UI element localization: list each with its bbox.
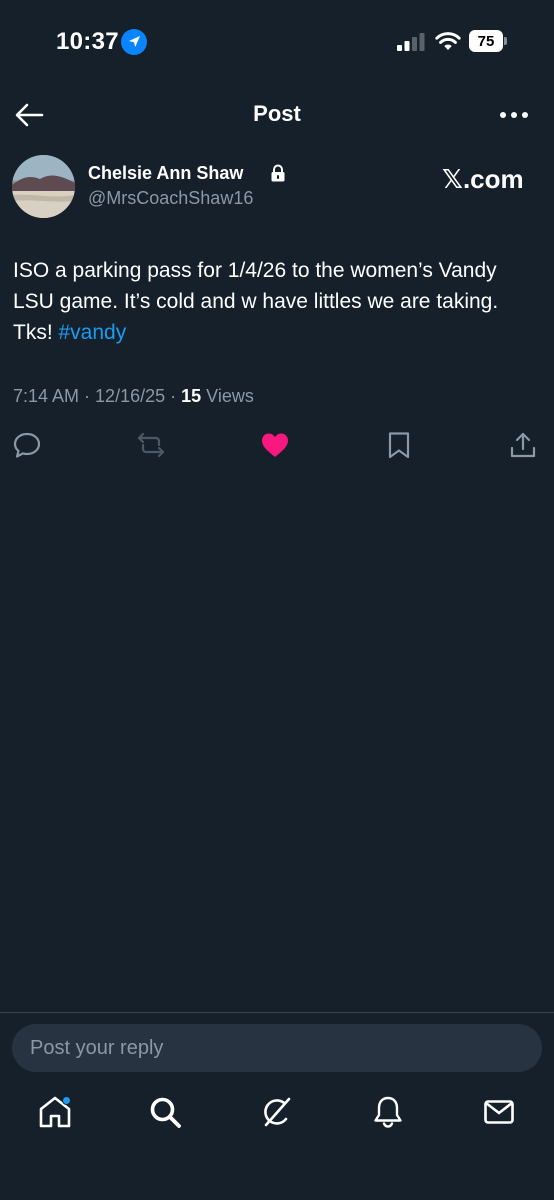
source-badge: 𝕏.com	[442, 164, 524, 194]
views-label: Views	[201, 386, 254, 406]
search-icon[interactable]	[147, 1094, 183, 1130]
wifi-icon	[435, 32, 461, 50]
avatar[interactable]	[12, 155, 75, 218]
display-name[interactable]: Chelsie Ann Shaw	[88, 163, 243, 184]
notifications-icon[interactable]	[370, 1094, 406, 1130]
post-time: 7:14 AM	[13, 386, 80, 406]
nav-header: Post	[0, 88, 554, 140]
battery-nub	[504, 37, 507, 45]
like-icon[interactable]	[260, 430, 290, 460]
lock-icon	[271, 164, 285, 182]
post-date: 12/16/25	[95, 386, 166, 406]
meta-separator: ·	[79, 386, 96, 406]
location-arrow-icon	[121, 29, 147, 55]
grok-icon[interactable]	[259, 1094, 295, 1130]
reply-divider	[0, 1012, 554, 1013]
status-time: 10:37	[56, 28, 119, 55]
avatar-image	[12, 155, 75, 218]
repost-icon[interactable]	[136, 430, 166, 460]
post-meta: 7:14 AM · 12/16/25 · 15 Views	[13, 386, 254, 407]
author-handle[interactable]: @MrsCoachShaw16	[88, 188, 253, 209]
battery-level: 75	[477, 32, 495, 50]
post-author: Chelsie Ann Shaw @MrsCoachShaw16 𝕏.com	[12, 155, 542, 219]
share-icon[interactable]	[508, 430, 538, 460]
cell-signal-icon	[397, 33, 425, 51]
status-bar: 10:37 75	[0, 0, 554, 80]
more-options-icon[interactable]	[498, 110, 530, 120]
bottom-tab-bar	[0, 1094, 554, 1142]
home-badge	[62, 1096, 71, 1105]
post-actions	[0, 430, 554, 464]
meta-separator-2: ·	[165, 386, 182, 406]
page-title: Post	[253, 101, 301, 126]
post-text: ISO a parking pass for 1/4/26 to the wom…	[13, 255, 538, 348]
messages-icon[interactable]	[481, 1094, 517, 1130]
hashtag-link[interactable]: #vandy	[59, 321, 127, 344]
reply-input[interactable]	[12, 1024, 542, 1072]
reply-icon[interactable]	[12, 430, 42, 460]
bookmark-icon[interactable]	[384, 430, 414, 460]
battery-icon: 75	[469, 30, 503, 52]
views-count[interactable]: 15	[181, 386, 201, 406]
